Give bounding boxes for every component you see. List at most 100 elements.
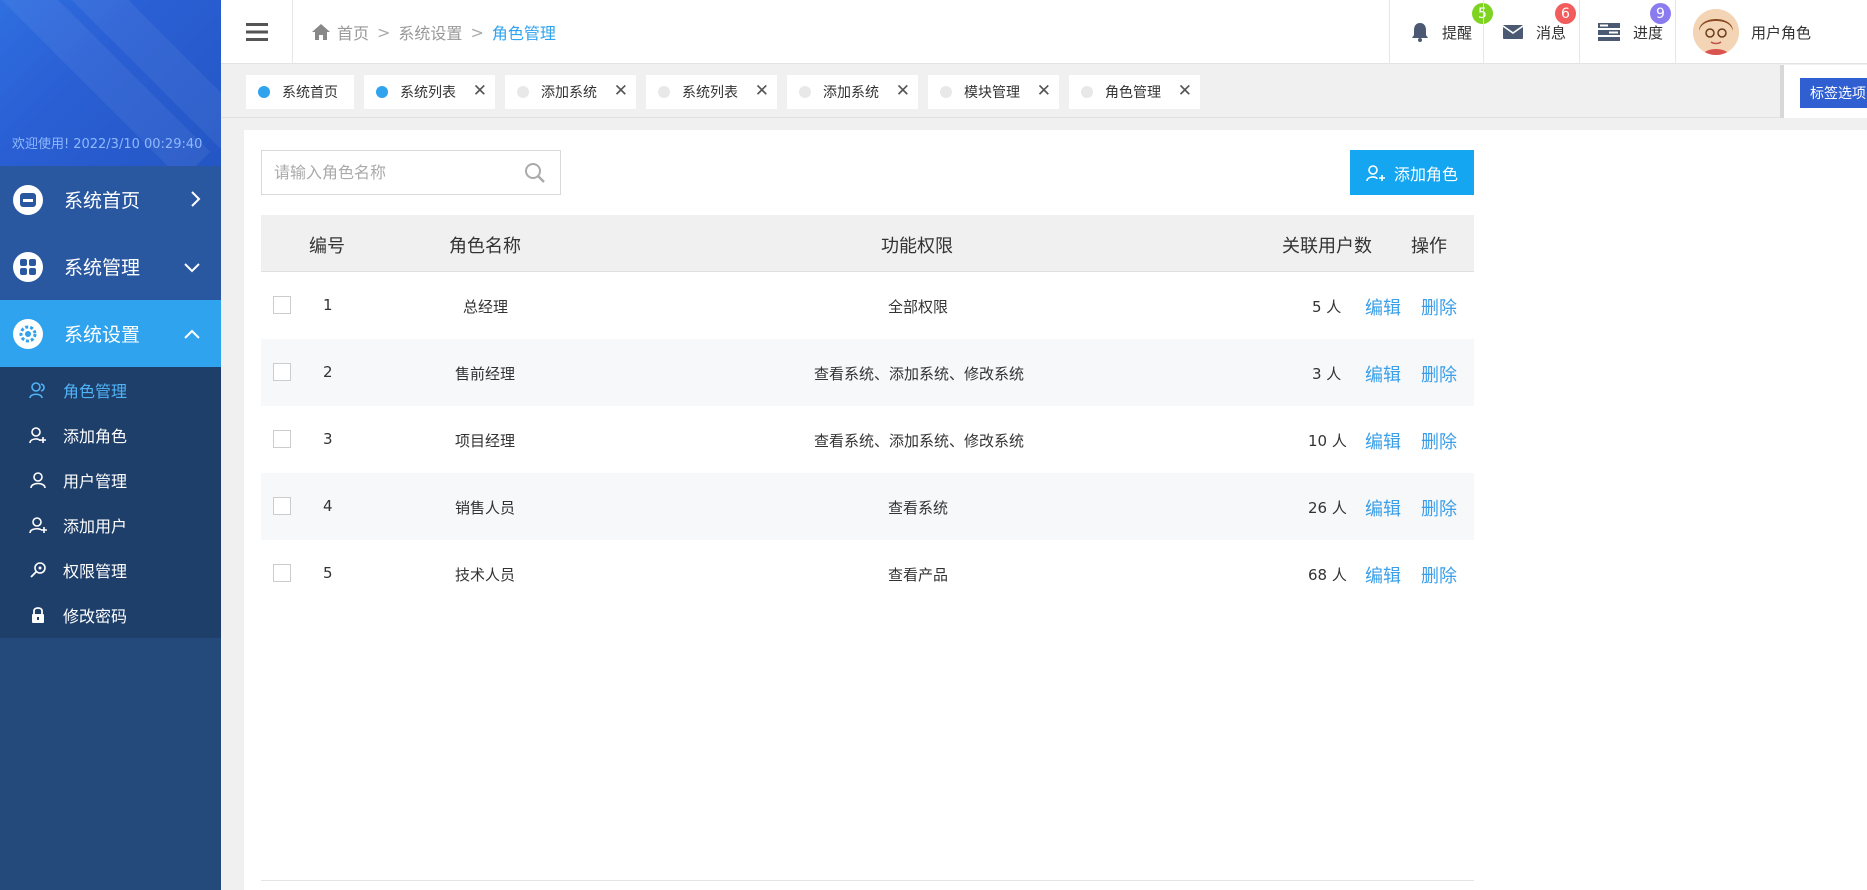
table-row: 3 项目经理 查看系统、添加系统、修改系统 10 人 编辑 删除: [261, 406, 1474, 473]
cell-id: 4: [323, 497, 333, 515]
submenu-label: 角色管理: [63, 381, 128, 401]
bell-icon: [1412, 23, 1428, 42]
cell-role-name: 售前经理: [455, 365, 516, 383]
delete-link[interactable]: 删除: [1421, 361, 1457, 387]
tab-label: 模块管理: [964, 85, 1020, 101]
menu-item-system-settings[interactable]: 系统设置: [0, 300, 221, 367]
cell-id: 5: [323, 564, 333, 582]
tab-label: 添加系统: [541, 85, 597, 101]
menu-label: 系统设置: [64, 324, 141, 346]
delete-link[interactable]: 删除: [1421, 294, 1457, 320]
cell-user-count: 68 人: [1308, 566, 1347, 584]
header-id: 编号: [309, 236, 345, 257]
menu-label: 系统管理: [64, 257, 141, 279]
edit-link[interactable]: 编辑: [1365, 361, 1401, 387]
search-icon[interactable]: [524, 162, 546, 184]
message-button[interactable]: 消息 6: [1483, 0, 1579, 64]
user-icon: [29, 471, 47, 489]
main-content: 添加角色 编号 角色名称 功能权限 关联用户数 操作 1 总经理 全部权限 5 …: [244, 130, 1867, 890]
cell-id: 1: [323, 296, 333, 314]
menu-item-system-manage[interactable]: 系统管理: [0, 233, 221, 300]
tab-status-dot: [799, 86, 811, 98]
row-checkbox[interactable]: [273, 497, 291, 515]
breadcrumb-system-settings[interactable]: 系统设置: [398, 20, 462, 44]
close-icon[interactable]: ✕: [473, 83, 487, 100]
row-checkbox[interactable]: [273, 296, 291, 314]
tab-module-manage[interactable]: 模块管理 ✕: [928, 75, 1059, 109]
edit-link[interactable]: 编辑: [1365, 495, 1401, 521]
tabs-options-button[interactable]: 标签选项: [1800, 78, 1867, 108]
tab-system-list[interactable]: 系统列表 ✕: [364, 75, 495, 109]
close-icon[interactable]: ✕: [614, 83, 628, 100]
user-menu[interactable]: 用户角色: [1675, 0, 1867, 64]
submenu-item-add-user[interactable]: 添加用户: [0, 502, 221, 547]
tab-status-dot: [258, 86, 270, 98]
gear-icon: [13, 318, 43, 349]
cell-role-name: 技术人员: [455, 566, 516, 584]
tab-add-system[interactable]: 添加系统 ✕: [505, 75, 636, 109]
edit-link[interactable]: 编辑: [1365, 294, 1401, 320]
message-label: 消息: [1536, 23, 1567, 42]
menu-item-home[interactable]: 系统首页: [0, 166, 221, 233]
submenu-item-permission-manage[interactable]: 权限管理: [0, 547, 221, 592]
cell-permissions: 查看产品: [888, 566, 949, 584]
cell-user-count: 26 人: [1308, 499, 1347, 517]
breadcrumb-separator: >: [377, 22, 391, 42]
delete-link[interactable]: 删除: [1421, 562, 1457, 588]
cell-permissions: 查看系统: [888, 499, 949, 517]
submenu-item-change-password[interactable]: 修改密码: [0, 592, 221, 637]
user-add-icon: [29, 426, 47, 444]
row-checkbox[interactable]: [273, 564, 291, 582]
close-icon[interactable]: ✕: [1037, 83, 1051, 100]
submenu-item-add-role[interactable]: 添加角色: [0, 412, 221, 457]
tab-status-dot: [658, 86, 670, 98]
submenu-item-role-manage[interactable]: 角色管理: [0, 367, 221, 412]
progress-label: 进度: [1633, 23, 1664, 42]
close-icon[interactable]: ✕: [755, 83, 769, 100]
roles-table: 编号 角色名称 功能权限 关联用户数 操作 1 总经理 全部权限 5 人 编辑 …: [261, 215, 1474, 607]
submenu-item-user-manage[interactable]: 用户管理: [0, 457, 221, 502]
tab-status-dot: [517, 86, 529, 98]
submenu-label: 用户管理: [63, 471, 128, 491]
tabs-options: 标签选项: [1780, 65, 1867, 118]
row-checkbox[interactable]: [273, 363, 291, 381]
breadcrumb-separator: >: [470, 22, 484, 42]
close-icon[interactable]: ✕: [896, 83, 910, 100]
close-icon[interactable]: ✕: [1178, 83, 1192, 100]
tab-home[interactable]: 系统首页: [246, 75, 354, 109]
delete-link[interactable]: 删除: [1421, 495, 1457, 521]
mail-icon: [1502, 25, 1524, 39]
search-input[interactable]: [262, 151, 512, 194]
tab-add-system-2[interactable]: 添加系统 ✕: [787, 75, 918, 109]
menu-label: 系统首页: [64, 190, 141, 212]
cell-permissions: 全部权限: [888, 298, 949, 316]
add-role-button[interactable]: 添加角色: [1350, 150, 1474, 195]
table-bottom-divider: [261, 880, 1474, 881]
sidebar-banner: 欢迎使用! 2022/3/10 00:29:40: [0, 0, 221, 166]
menu-toggle-icon[interactable]: [221, 0, 293, 64]
tab-system-list-2[interactable]: 系统列表 ✕: [646, 75, 777, 109]
edit-link[interactable]: 编辑: [1365, 562, 1401, 588]
breadcrumb-home[interactable]: 首页: [337, 20, 369, 44]
cell-role-name: 销售人员: [455, 499, 516, 517]
chevron-up-icon: [184, 329, 200, 339]
tab-status-dot: [940, 86, 952, 98]
tab-label: 添加系统: [823, 85, 879, 101]
add-role-label: 添加角色: [1393, 164, 1458, 184]
tab-label: 系统首页: [282, 85, 338, 101]
table-row: 2 售前经理 查看系统、添加系统、修改系统 3 人 编辑 删除: [261, 339, 1474, 406]
progress-button[interactable]: 进度 9: [1579, 0, 1675, 64]
sidebar: 欢迎使用! 2022/3/10 00:29:40 系统首页 系统管理 系统设置 角…: [0, 0, 221, 890]
key-icon: [29, 561, 47, 579]
tab-role-manage[interactable]: 角色管理 ✕: [1069, 75, 1200, 109]
user-role-label: 用户角色: [1751, 23, 1812, 42]
edit-link[interactable]: 编辑: [1365, 428, 1401, 454]
reminder-button[interactable]: 提醒 5: [1389, 0, 1493, 64]
tab-label: 角色管理: [1105, 85, 1161, 101]
cell-user-count: 5 人: [1312, 298, 1342, 316]
table-row: 1 总经理 全部权限 5 人 编辑 删除: [261, 272, 1474, 339]
submenu-label: 添加角色: [63, 426, 128, 446]
delete-link[interactable]: 删除: [1421, 428, 1457, 454]
row-checkbox[interactable]: [273, 430, 291, 448]
search-box: [261, 150, 561, 195]
